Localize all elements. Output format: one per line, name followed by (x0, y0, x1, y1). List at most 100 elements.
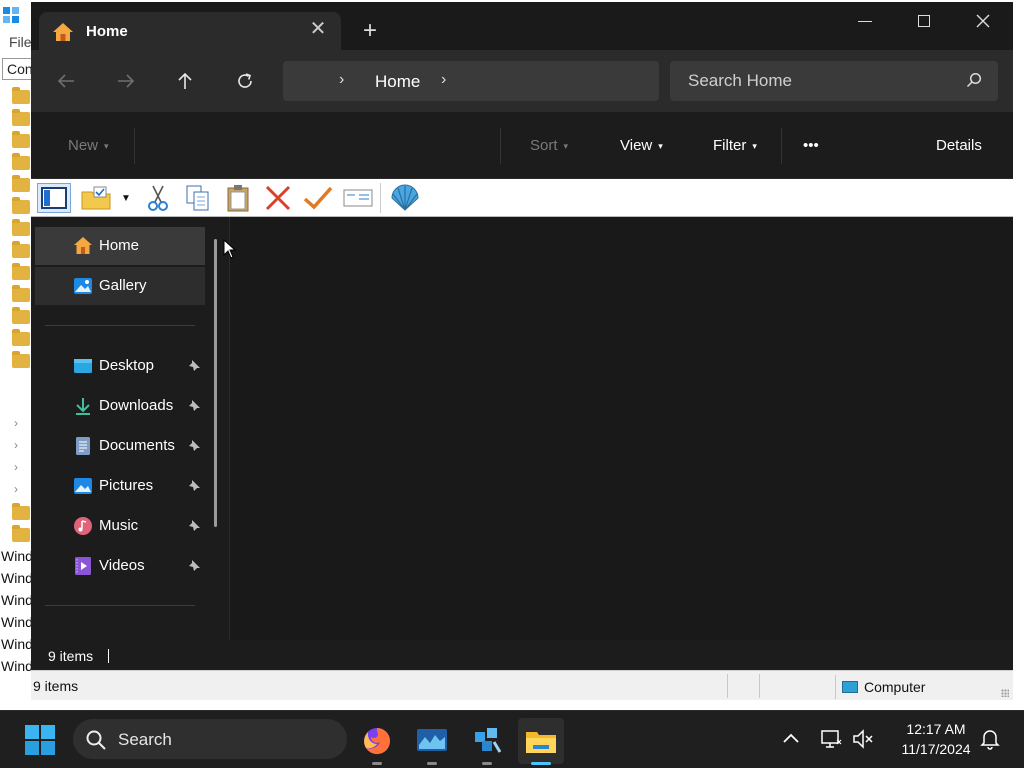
bg-tree-item[interactable]: Wind (1, 658, 33, 674)
pin-icon[interactable] (187, 519, 201, 533)
folder-icon (12, 285, 30, 302)
refresh-button[interactable] (230, 66, 260, 96)
address-bar[interactable]: › Home › (283, 61, 659, 101)
preview-pane-button[interactable] (37, 183, 71, 213)
file-list-area[interactable] (230, 217, 1013, 640)
running-indicator (482, 762, 492, 765)
nav-item-label: Videos (99, 557, 145, 574)
chevron-down-icon: ▾ (752, 141, 757, 151)
divider (380, 183, 381, 213)
nav-item-pictures[interactable]: Pictures (35, 467, 205, 505)
sort-button[interactable]: Sort ▾ (530, 137, 568, 154)
taskbar-search[interactable]: Search (73, 719, 347, 759)
nav-item-desktop[interactable]: Desktop (35, 347, 205, 385)
clock-time: 12:17 AM (906, 721, 966, 737)
nav-item-downloads[interactable]: Downloads (35, 387, 205, 425)
up-button[interactable] (170, 66, 200, 96)
chevron-right-icon[interactable]: › (339, 71, 344, 89)
bg-tree-item[interactable]: Wind (1, 592, 33, 608)
folder-icon (12, 241, 30, 258)
clipboard-icon (227, 185, 249, 212)
view-button[interactable]: View ▾ (620, 137, 663, 154)
new-button[interactable]: New ▾ (68, 137, 109, 154)
details-label: Details (936, 137, 982, 154)
refresh-icon (238, 73, 252, 88)
details-button[interactable]: Details (936, 137, 982, 154)
minimize-button[interactable] (842, 6, 888, 36)
scissors-icon (148, 185, 168, 211)
checkmark-icon (303, 186, 333, 210)
taskbar-monitor-app[interactable] (409, 718, 455, 765)
folder-icon (12, 219, 30, 236)
bg-address-bar[interactable]: Con (2, 58, 33, 80)
running-indicator (427, 762, 437, 765)
chevron-right-icon[interactable]: › (441, 71, 446, 89)
network-icon[interactable] (820, 728, 842, 750)
bg-tree-item[interactable]: Wind (1, 548, 33, 564)
chevron-right-icon[interactable]: › (14, 460, 18, 474)
delete-button[interactable] (261, 183, 295, 213)
shell-button[interactable] (387, 183, 423, 213)
windows-start-icon[interactable] (24, 724, 56, 756)
divider (45, 605, 195, 606)
nav-item-videos[interactable]: Videos (35, 547, 205, 585)
properties-button[interactable] (341, 183, 375, 213)
chevron-down-icon: ▾ (658, 141, 663, 151)
folder-options-button[interactable] (79, 183, 113, 213)
bg-status-items: 9 items (33, 678, 79, 694)
nav-item-documents[interactable]: Documents (35, 427, 205, 465)
bg-tree-item[interactable]: Wind (1, 614, 33, 630)
nav-scrollbar[interactable] (214, 239, 217, 527)
cut-button[interactable] (141, 183, 175, 213)
resize-grip[interactable] (1001, 689, 1009, 697)
arrow-left-icon (57, 74, 74, 88)
forward-button[interactable] (111, 66, 141, 96)
tab-close-button[interactable]: ✕ (307, 18, 329, 40)
nav-item-label: Gallery (99, 277, 147, 294)
pin-icon[interactable] (187, 439, 201, 453)
bg-tree-item[interactable]: Wind (1, 636, 33, 652)
nav-item-home[interactable]: Home (35, 227, 205, 265)
clock-date: 11/17/2024 (901, 741, 971, 757)
taskbar-file-explorer[interactable] (518, 718, 564, 765)
videos-icon (75, 557, 91, 575)
search-icon (966, 72, 982, 88)
new-tab-button[interactable]: + (357, 18, 383, 44)
accept-button[interactable] (301, 183, 335, 213)
nav-item-gallery[interactable]: Gallery (35, 267, 205, 305)
navigation-pane: Home Gallery Desktop Downloads Documents… (31, 217, 229, 640)
nav-item-music[interactable]: Music (35, 507, 205, 545)
nav-item-label: Documents (99, 437, 175, 454)
search-icon (86, 730, 106, 750)
system-clock[interactable]: 12:17 AM 11/17/2024 (886, 719, 986, 759)
tab-home[interactable]: Home ✕ (39, 12, 341, 50)
close-button[interactable] (960, 6, 1006, 36)
pin-icon[interactable] (187, 559, 201, 573)
notification-bell-icon[interactable] (980, 728, 1000, 750)
paste-button[interactable] (221, 183, 255, 213)
search-input[interactable] (670, 61, 960, 101)
chevron-right-icon[interactable]: › (14, 416, 18, 430)
pin-icon[interactable] (187, 479, 201, 493)
filter-button[interactable]: Filter ▾ (713, 137, 757, 154)
pin-icon[interactable] (187, 399, 201, 413)
volume-muted-icon[interactable] (852, 728, 874, 750)
maximize-button[interactable] (901, 6, 947, 36)
bg-file-menu[interactable]: File (9, 34, 32, 50)
more-options-button[interactable]: ••• (803, 137, 819, 154)
back-button[interactable] (51, 66, 81, 96)
taskbar-tool-app[interactable] (464, 718, 510, 765)
chevron-up-icon[interactable] (780, 728, 802, 750)
chevron-right-icon[interactable]: › (14, 482, 18, 496)
breadcrumb-home[interactable]: Home (375, 72, 420, 92)
copy-button[interactable] (181, 183, 215, 213)
pin-icon[interactable] (187, 359, 201, 373)
search-box[interactable] (670, 61, 998, 101)
pane-icon (41, 187, 67, 209)
taskbar-firefox[interactable] (354, 718, 400, 765)
app-grid-icon (3, 7, 19, 23)
bg-tree-item[interactable]: Wind (1, 570, 33, 586)
copy-icon (186, 185, 209, 211)
chevron-right-icon[interactable]: › (14, 438, 18, 452)
folder-options-dropdown[interactable]: ▼ (119, 183, 133, 213)
